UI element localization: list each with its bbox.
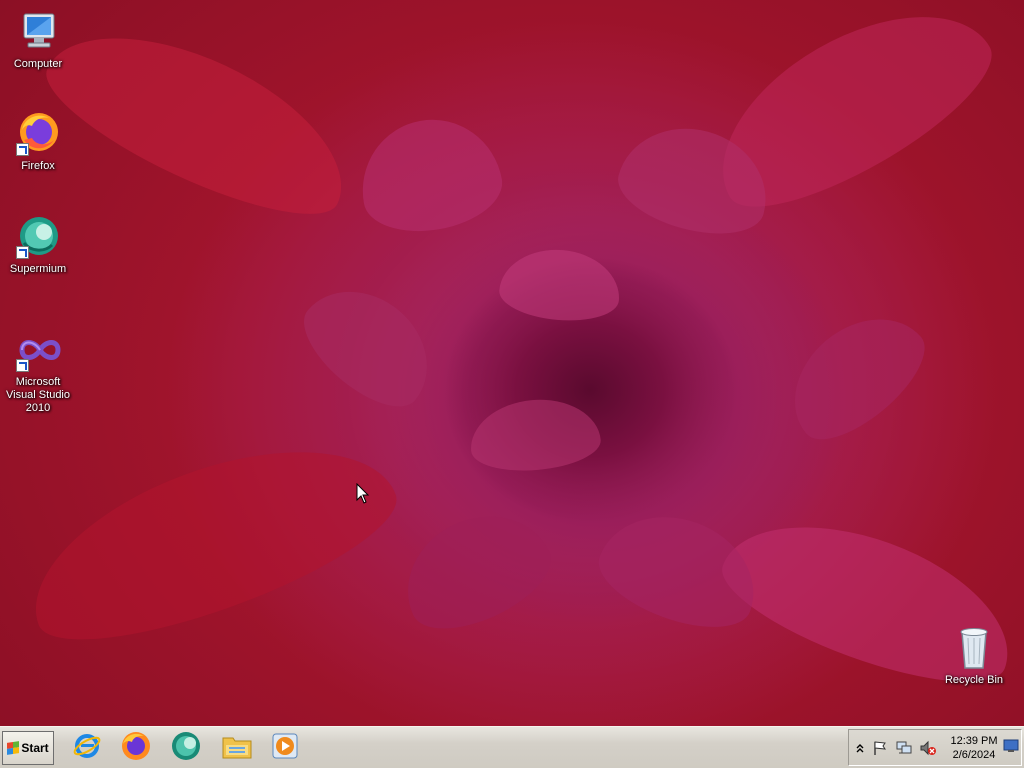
firefox-shortcut[interactable]: Firefox <box>0 110 76 173</box>
taskbar-file-explorer[interactable] <box>218 730 256 766</box>
wallpaper-petal <box>351 108 509 242</box>
taskbar: Start 12:39 PM 2/6/2024 <box>0 726 1024 768</box>
taskbar-media-player[interactable] <box>266 730 304 766</box>
computer-label: Computer <box>13 58 63 70</box>
wallpaper-petal <box>587 495 773 645</box>
volume-muted-icon[interactable] <box>919 740 937 756</box>
visual-studio-shortcut[interactable]: Microsoft Visual Studio 2010 <box>0 326 76 415</box>
visual-studio-icon <box>14 326 62 374</box>
supermium-label: Supermium <box>9 263 67 275</box>
system-tray: 12:39 PM 2/6/2024 <box>848 729 1022 766</box>
start-button[interactable]: Start <box>2 731 54 765</box>
clock-date: 2/6/2024 <box>952 749 996 761</box>
firefox-icon <box>120 730 152 767</box>
visual-studio-label: Microsoft Visual Studio 2010 <box>5 376 70 414</box>
shortcut-arrow-icon <box>16 359 29 372</box>
recycle-bin-label: Recycle Bin <box>944 674 1004 686</box>
taskbar-internet-explorer[interactable] <box>68 730 106 766</box>
recycle-bin-shortcut[interactable]: Recycle Bin <box>936 624 1012 687</box>
desktop[interactable]: Computer Firefox Supermium Microsoft Vis… <box>0 0 1024 726</box>
clock-time: 12:39 PM <box>950 735 998 747</box>
taskbar-supermium[interactable] <box>167 730 205 766</box>
supermium-icon <box>170 730 202 767</box>
supermium-icon <box>14 213 62 261</box>
taskbar-firefox[interactable] <box>117 730 155 766</box>
wallpaper-petal <box>768 292 942 458</box>
windows-logo-icon <box>7 741 20 755</box>
wallpaper-petal <box>29 0 371 242</box>
computer-icon <box>14 8 62 56</box>
show-desktop-button[interactable] <box>1003 738 1019 754</box>
wallpaper-petal <box>287 265 453 425</box>
show-desktop-icon <box>1003 739 1019 752</box>
wallpaper-petal <box>497 244 623 326</box>
internet-explorer-icon <box>72 731 102 766</box>
start-label: Start <box>21 741 49 755</box>
shortcut-arrow-icon <box>16 246 29 259</box>
show-hidden-icons-chevron[interactable] <box>851 740 869 756</box>
wallpaper-petal <box>385 492 565 648</box>
file-explorer-icon <box>221 731 253 766</box>
mouse-cursor-icon <box>356 482 370 510</box>
clock[interactable]: 12:39 PM 2/6/2024 <box>945 734 1003 762</box>
network-icon[interactable] <box>895 740 913 756</box>
media-player-icon <box>270 731 300 766</box>
supermium-shortcut[interactable]: Supermium <box>0 213 76 276</box>
wallpaper-petal <box>467 394 603 476</box>
wallpaper-petal <box>7 409 413 671</box>
recycle-bin-icon <box>950 624 998 672</box>
action-center-flag-icon[interactable] <box>871 740 889 756</box>
computer-shortcut[interactable]: Computer <box>0 8 76 71</box>
firefox-label: Firefox <box>21 160 55 172</box>
firefox-icon <box>14 110 62 158</box>
shortcut-arrow-icon <box>16 143 29 156</box>
